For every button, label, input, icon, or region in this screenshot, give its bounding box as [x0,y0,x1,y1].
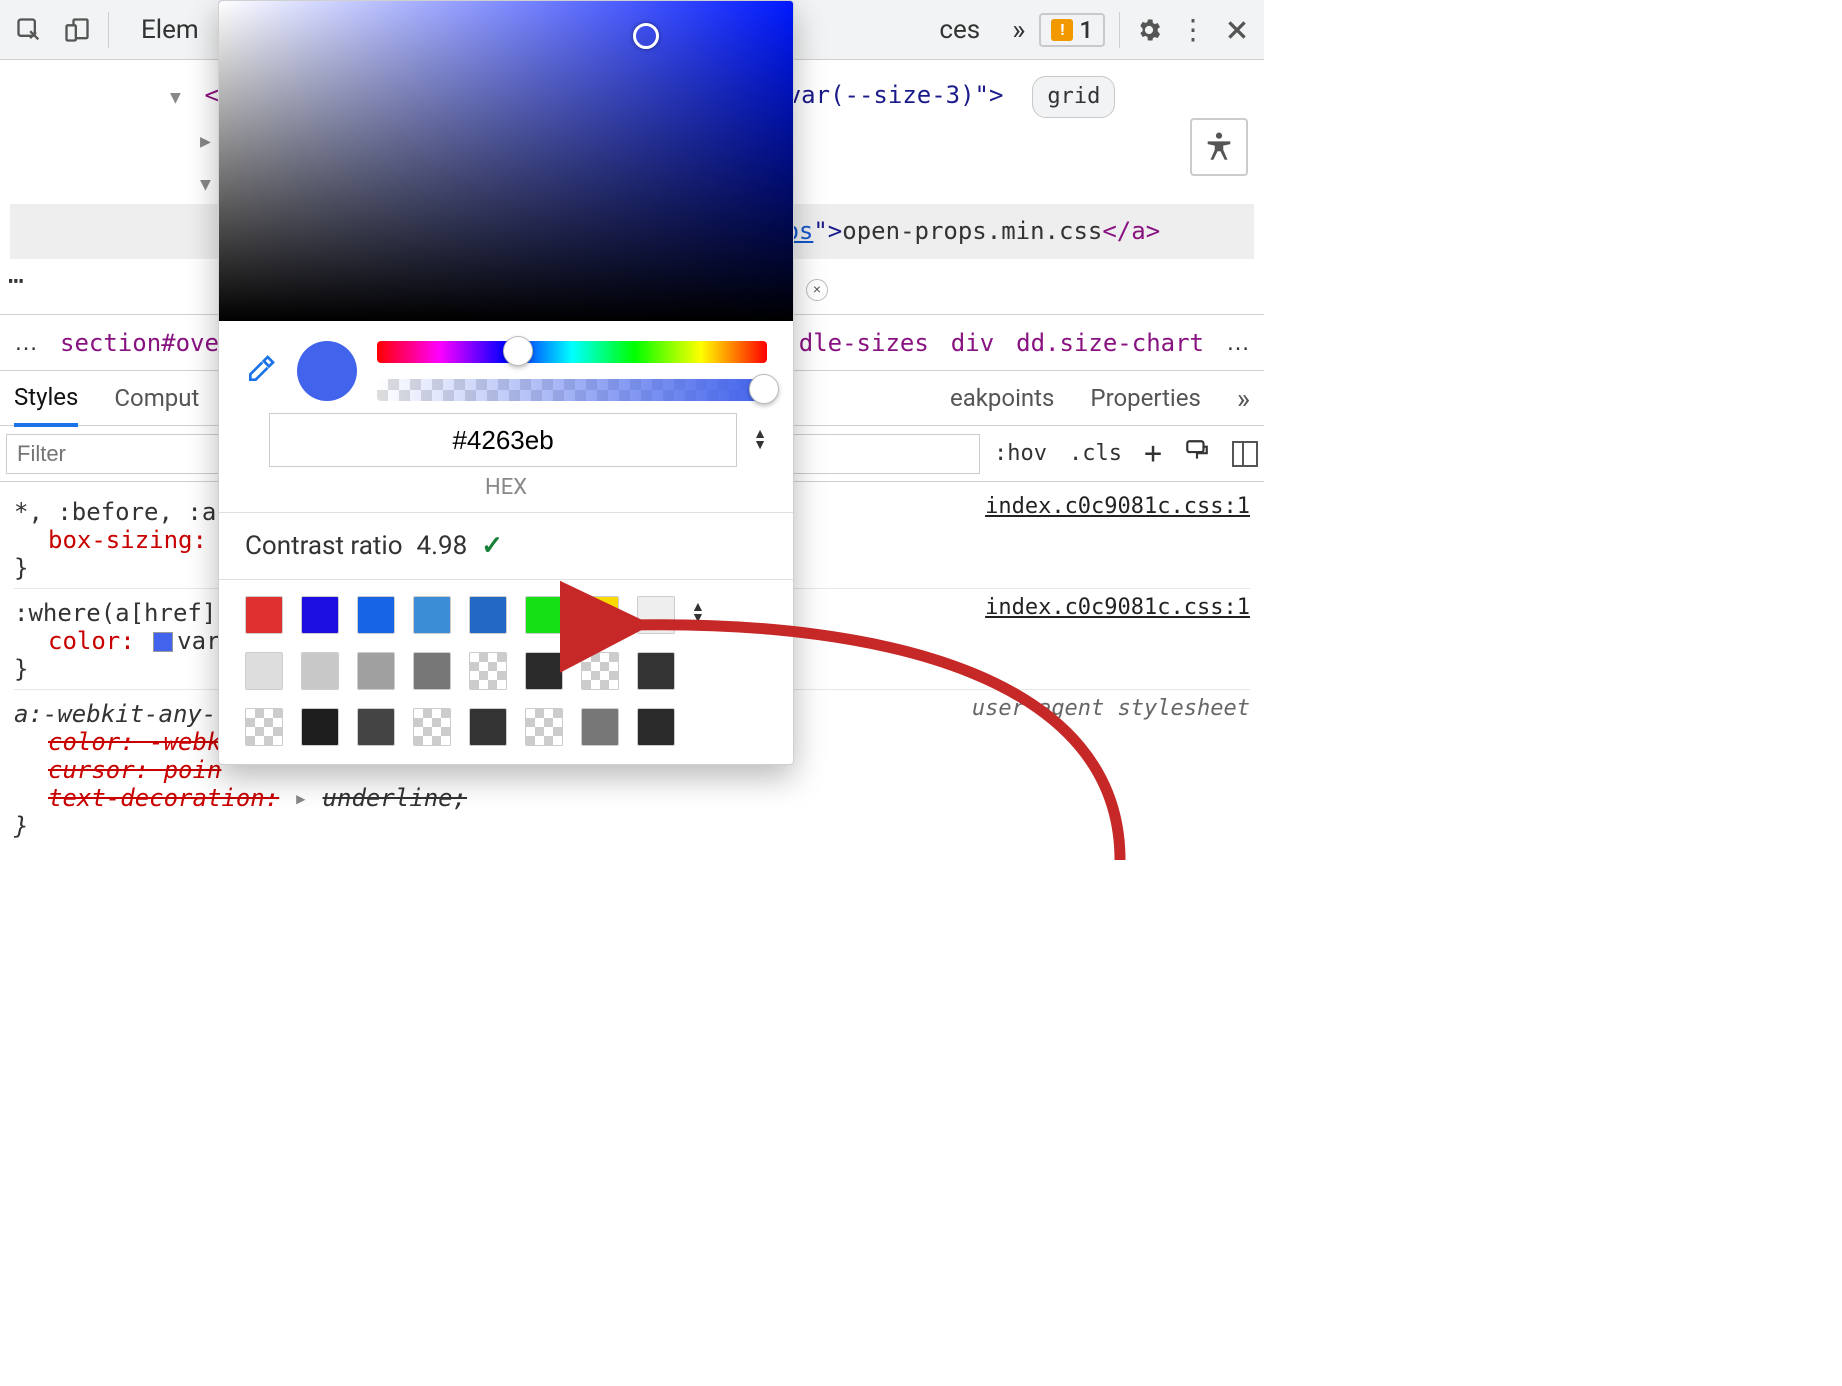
issues-count: 1 [1079,16,1093,44]
palette-swatch[interactable] [413,596,451,634]
palette-swatch[interactable] [469,652,507,690]
close-icon[interactable] [1222,15,1252,45]
palette-swatch[interactable] [245,652,283,690]
palette-swatch[interactable] [413,708,451,746]
palette-swatch[interactable] [301,708,339,746]
check-icon: ✓ [481,531,503,561]
tab-breakpoints[interactable]: eakpoints [950,384,1054,412]
color-swatch-icon[interactable] [153,632,173,652]
palette-swatch[interactable] [357,652,395,690]
paint-icon[interactable] [1184,438,1210,470]
palette-spinner[interactable]: ▲▼ [691,602,705,624]
format-spinner[interactable]: ▲▼ [753,429,767,451]
palette-swatch[interactable] [357,708,395,746]
palette-swatch[interactable] [469,708,507,746]
breadcrumb-item[interactable]: div [951,329,994,357]
tab-sources-partial[interactable]: ces [921,15,998,45]
palette-swatch[interactable] [245,708,283,746]
palette-swatch[interactable] [637,652,675,690]
separator [1119,12,1120,48]
palette-swatch[interactable] [581,596,619,634]
expand-triangle-right-icon[interactable]: ▶ [200,126,220,158]
rule-origin-link[interactable]: index.c0c9081c.css:1 [985,595,1250,620]
alpha-thumb[interactable] [749,374,779,404]
palette-swatch[interactable] [413,652,451,690]
css-property[interactable]: color: -webk [48,728,221,756]
current-color-swatch [297,341,357,401]
remove-pill-icon[interactable]: × [806,279,828,301]
saturation-lightness-area[interactable] [219,1,793,321]
grid-badge[interactable]: grid [1032,76,1115,118]
dom-collapsed-ellipsis[interactable]: ⋯ [8,258,24,305]
more-subtabs-chevron[interactable]: » [1237,382,1250,415]
breadcrumb-overflow-right[interactable]: … [1226,329,1250,357]
breadcrumb-item[interactable]: dd.size-chart [1016,329,1204,357]
rule-origin-link[interactable]: index.c0c9081c.css:1 [985,494,1250,519]
tab-computed[interactable]: Comput [114,384,199,412]
contrast-label: Contrast ratio [245,531,403,561]
device-toggle-icon[interactable] [60,13,94,47]
palette-swatch[interactable] [637,708,675,746]
alpha-slider[interactable] [377,379,767,401]
css-property[interactable]: cursor: poin [48,756,221,784]
palette-grid: ▲▼ [219,579,793,750]
palette-swatch[interactable] [301,652,339,690]
inspect-icon[interactable] [12,13,46,47]
hex-label: HEX [219,475,793,512]
expand-triangle-down-icon[interactable]: ▼ [170,82,190,114]
rule-origin-ua: user agent stylesheet [972,696,1250,721]
dom-text: open-props.min.css [842,217,1102,245]
breadcrumb-item[interactable]: dle-sizes [799,329,929,357]
kebab-menu-icon[interactable]: ⋮ [1178,15,1208,45]
cls-toggle[interactable]: .cls [1069,441,1122,466]
tab-elements[interactable]: Elem [123,15,217,45]
palette-swatch[interactable] [245,596,283,634]
more-tabs-chevron[interactable]: » [1012,13,1025,46]
contrast-ratio-row[interactable]: Contrast ratio 4.98 ✓ [219,512,793,579]
expand-triangle-down-icon[interactable]: ▼ [200,169,220,201]
palette-swatch[interactable] [581,708,619,746]
palette-swatch[interactable] [469,596,507,634]
tab-properties[interactable]: Properties [1090,384,1200,412]
palette-swatch[interactable] [581,652,619,690]
breadcrumb-overflow-left[interactable]: … [14,329,38,357]
settings-gear-icon[interactable] [1134,15,1164,45]
palette-swatch[interactable] [525,652,563,690]
css-value[interactable]: var [177,627,220,655]
css-property[interactable]: text-decoration: [48,784,279,812]
palette-swatch[interactable] [637,596,675,634]
palette-swatch[interactable] [525,596,563,634]
hue-slider[interactable] [377,341,767,363]
hex-input[interactable] [269,413,737,467]
eyedropper-icon[interactable] [245,353,277,390]
dom-attr-value: var(--size-3)"> [787,81,1004,109]
palette-swatch[interactable] [357,596,395,634]
breadcrumb-item[interactable]: section#ove [60,329,219,357]
tab-styles[interactable]: Styles [14,383,78,427]
dom-close-tag: </a> [1102,217,1160,245]
css-property[interactable]: box-sizing: [48,526,207,554]
hov-toggle[interactable]: :hov [994,441,1047,466]
accessibility-icon[interactable] [1190,118,1248,176]
warning-icon: ! [1051,19,1073,41]
separator [108,12,109,48]
color-picker-popover: ▲▼ HEX Contrast ratio 4.98 ✓ ▲▼ [218,0,794,765]
saturation-cursor[interactable] [633,23,659,49]
contrast-value: 4.98 [417,531,468,561]
palette-swatch[interactable] [525,708,563,746]
new-style-rule-icon[interactable]: + [1144,436,1162,471]
toggle-sidebar-icon[interactable] [1232,441,1258,467]
css-property[interactable]: color: [48,627,135,655]
issues-badge[interactable]: ! 1 [1039,13,1105,47]
hue-thumb[interactable] [503,336,533,366]
css-value[interactable]: underline; [323,784,468,812]
palette-swatch[interactable] [301,596,339,634]
